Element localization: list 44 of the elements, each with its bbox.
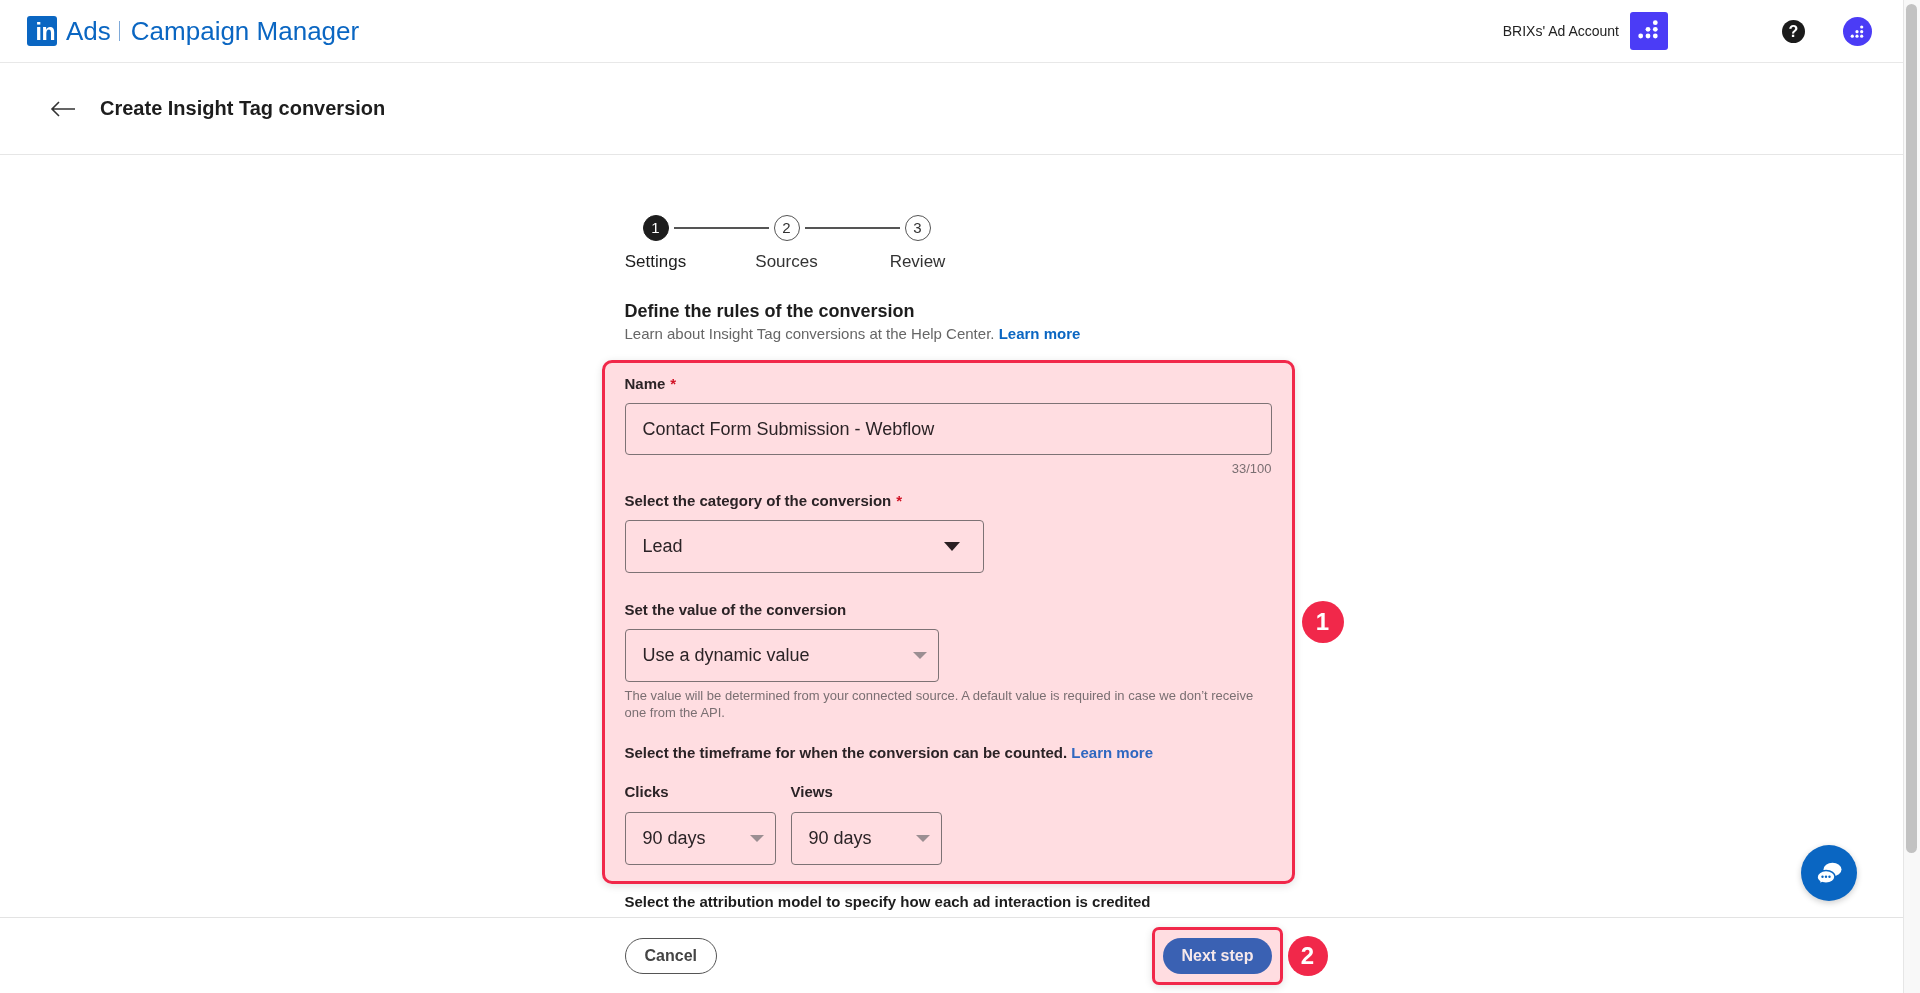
chat-button[interactable] [1801, 845, 1857, 901]
cancel-button[interactable]: Cancel [624, 937, 717, 974]
logo-mark[interactable]: in [27, 16, 57, 46]
app-name: Campaign Manager [130, 16, 360, 46]
section-title: Define the rules of the conversion [623, 300, 916, 323]
help-text: The value will be determined from your connected source. A default value is required in case we don’t receive one from the API. [624, 687, 1255, 721]
learn-more-link[interactable]: Learn more [998, 325, 1081, 342]
account-name[interactable]: BRIXs' Ad Account [1502, 23, 1619, 39]
next-step-button[interactable]: Next step [1163, 937, 1272, 974]
field-label: Views [790, 782, 834, 802]
back-button[interactable] [50, 100, 76, 117]
product-name: Ads [66, 16, 111, 46]
select-dropdown[interactable]: Use a dynamic value [624, 629, 939, 682]
required-mark: * [670, 374, 677, 394]
step-label: Sources [755, 251, 818, 273]
arrow-left-icon [50, 100, 76, 117]
page-title: Create Insight Tag conversion [100, 97, 386, 120]
field-label: Clicks [624, 782, 670, 802]
select-dropdown[interactable]: 90 days [624, 812, 776, 865]
field-label: Select the timeframe for when the conversion can be counted. Learn more [624, 743, 1153, 763]
scrollbar[interactable] [1903, 0, 1920, 993]
field-label: Select the category of the conversion [624, 491, 892, 511]
annotation-marker: 2 [1287, 935, 1328, 976]
select-dropdown[interactable]: 90 days [790, 812, 942, 865]
field-label: Set the value of the conversion [624, 600, 847, 620]
select-dropdown[interactable]: Lead [624, 520, 984, 573]
step-circle[interactable]: 1 [642, 215, 669, 241]
field-label: Name [624, 374, 666, 394]
field-label: Select the attribution model to specify how each ad interaction is credited [623, 893, 1152, 911]
annotation-marker: 1 [1301, 601, 1344, 643]
section-description: Learn about Insight Tag conversions at the Help Center. Learn more [623, 324, 1082, 344]
help-button[interactable]: ? [1782, 19, 1805, 43]
required-mark: * [896, 491, 903, 511]
dots-logo-icon[interactable] [1630, 12, 1668, 50]
step-circle[interactable]: 3 [904, 215, 931, 241]
step-label: Review [889, 251, 946, 273]
step-label: Settings [624, 251, 687, 273]
scrollbar-thumb[interactable] [1906, 4, 1917, 853]
name-input[interactable]: Contact Form Submission - Webflow [624, 403, 1272, 455]
learn-more-link[interactable]: Learn more [1071, 744, 1153, 761]
chat-bubbles-icon [1816, 862, 1842, 884]
character-counter: 33/100 [1231, 461, 1272, 477]
step-circle[interactable]: 2 [773, 215, 800, 241]
avatar-icon[interactable] [1843, 16, 1872, 46]
